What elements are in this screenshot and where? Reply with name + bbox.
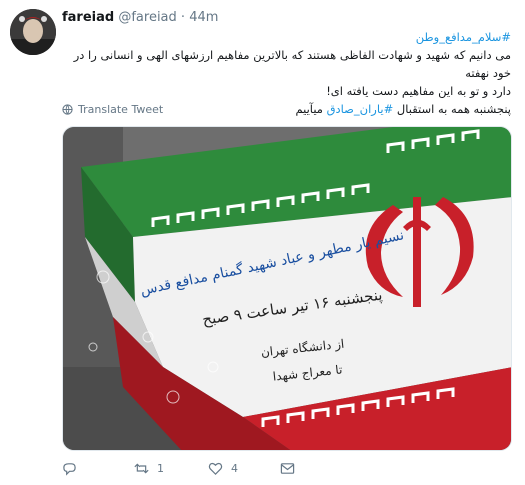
tweet-line: می دانیم که شهید و شهادت الفاظی هستند که… <box>73 48 511 80</box>
display-name[interactable]: fareiad <box>62 10 114 25</box>
tweet-actions: 1 4 <box>62 461 362 479</box>
like-count: 4 <box>231 462 238 475</box>
tweet-line: پنجشنبه همه به استقبال <box>393 102 511 116</box>
avatar[interactable] <box>10 9 56 55</box>
direct-message-button[interactable] <box>280 461 295 476</box>
like-button[interactable]: 4 <box>208 461 238 476</box>
translate-tweet-link[interactable]: Translate Tweet <box>62 103 163 116</box>
user-handle[interactable]: @fareiad <box>118 10 176 25</box>
reply-icon <box>63 463 76 476</box>
reply-button[interactable] <box>62 461 77 476</box>
globe-icon <box>62 104 73 115</box>
tweet-line-end: میآییم <box>295 102 327 116</box>
tweet-media[interactable]: نسیم یار مطهر و عباد شهید گمنام مدافع قد… <box>62 126 512 451</box>
retweet-icon <box>134 463 149 474</box>
avatar-image <box>10 9 56 55</box>
separator: · <box>180 10 186 25</box>
hashtag-link[interactable]: #سلام_مدافع_وطن <box>416 30 511 44</box>
tweet-header: fareiad @fareiad · 44m <box>62 9 218 27</box>
flag-coffin-photo: نسیم یار مطهر و عباد شهید گمنام مدافع قد… <box>63 127 511 450</box>
message-icon <box>280 463 295 474</box>
timestamp[interactable]: 44m <box>189 10 218 25</box>
heart-icon <box>208 462 223 475</box>
retweet-button[interactable]: 1 <box>134 461 164 476</box>
retweet-count: 1 <box>157 462 164 475</box>
translate-label: Translate Tweet <box>78 103 164 116</box>
hashtag-link[interactable]: #یاران_صادق <box>327 102 394 116</box>
tweet-line: دارد و تو به این مفاهیم دست یافته ای! <box>326 84 511 98</box>
